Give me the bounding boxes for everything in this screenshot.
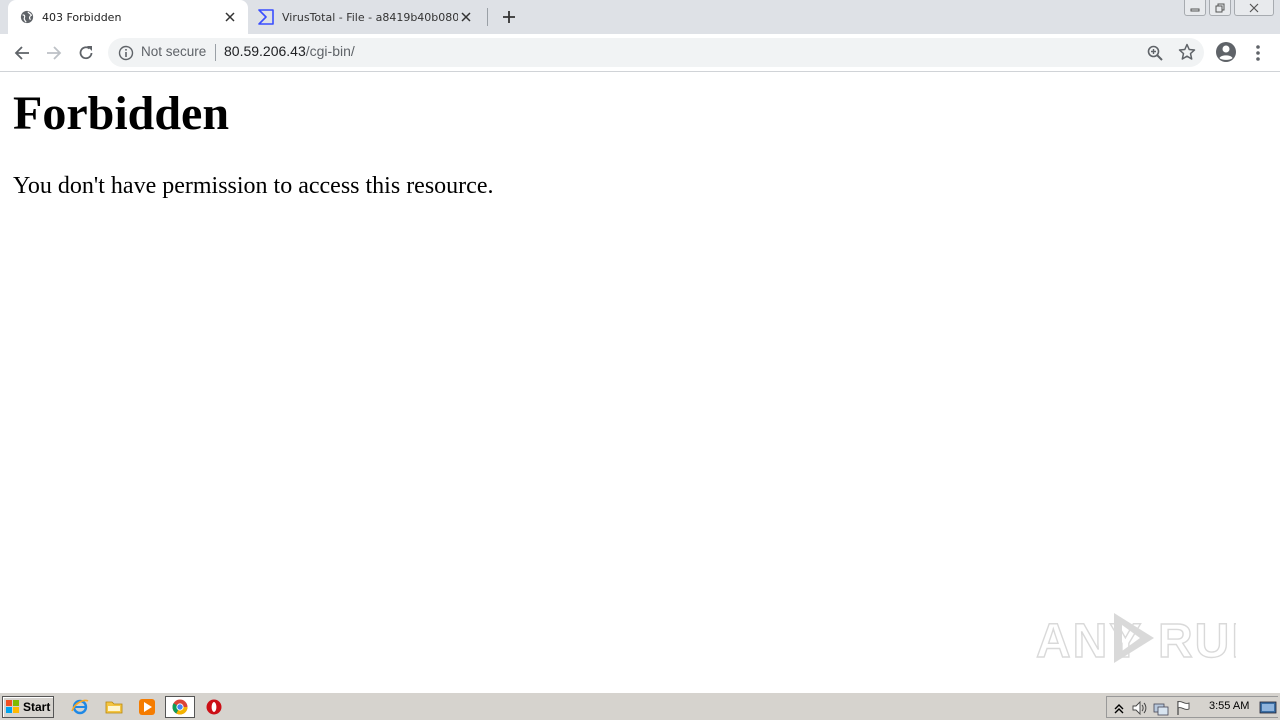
url-text[interactable]: 80.59.206.43/cgi-bin/ <box>224 43 355 59</box>
media-player-icon <box>139 699 155 715</box>
reload-icon <box>79 46 93 60</box>
taskbar-opera[interactable] <box>204 697 224 717</box>
omnibox-divider <box>215 44 216 61</box>
arrow-right-icon <box>47 46 62 60</box>
bookmark-star-icon[interactable] <box>1178 43 1196 61</box>
system-tray: 3:55 AM <box>1106 696 1278 718</box>
volume-icon[interactable] <box>1131 700 1147 716</box>
zoom-icon[interactable] <box>1146 44 1164 62</box>
taskbar: Start 3:55 AM <box>0 692 1280 720</box>
security-label[interactable]: Not secure <box>141 44 206 59</box>
tab-403-forbidden[interactable]: 403 Forbidden <box>8 0 248 34</box>
virustotal-icon <box>258 9 274 25</box>
action-center-flag-icon[interactable] <box>1175 700 1191 716</box>
tab-separator <box>487 8 488 26</box>
globe-icon <box>20 10 34 24</box>
close-tab-icon[interactable] <box>222 9 238 25</box>
taskbar-explorer[interactable] <box>104 697 124 717</box>
network-icon[interactable] <box>1153 700 1169 716</box>
taskbar-clock[interactable]: 3:55 AM <box>1209 700 1249 712</box>
plus-icon <box>503 11 515 23</box>
close-window-button[interactable] <box>1234 0 1274 16</box>
page-heading: Forbidden <box>13 87 230 140</box>
minimize-button[interactable] <box>1184 0 1206 16</box>
info-icon[interactable] <box>118 45 134 61</box>
opera-icon <box>206 699 222 715</box>
kebab-menu-icon[interactable] <box>1250 41 1266 65</box>
windows-logo-icon <box>6 700 19 713</box>
restore-icon <box>1215 3 1225 12</box>
back-button[interactable] <box>10 41 34 65</box>
start-label: Start <box>23 700 51 714</box>
tab-virustotal[interactable]: VirusTotal - File - a8419b40b08010a <box>252 0 484 34</box>
profile-avatar-icon[interactable] <box>1214 40 1238 64</box>
taskbar-media-player[interactable] <box>137 697 157 717</box>
forward-button[interactable] <box>42 41 66 65</box>
tab-strip: 403 Forbidden VirusTotal - File - a8419b… <box>0 0 1280 34</box>
page-content: Forbidden You don't have permission to a… <box>0 72 1280 691</box>
internet-explorer-icon <box>71 699 89 715</box>
minimize-icon <box>1190 8 1200 11</box>
taskbar-ie[interactable] <box>70 697 90 717</box>
browser-toolbar: Not secure 80.59.206.43/cgi-bin/ <box>0 34 1280 72</box>
window-controls <box>1184 0 1274 16</box>
new-tab-button[interactable] <box>498 6 520 28</box>
reload-button[interactable] <box>74 41 98 65</box>
arrow-left-icon <box>14 46 29 60</box>
close-icon <box>1249 3 1259 12</box>
close-tab-icon[interactable] <box>458 9 474 25</box>
address-bar[interactable]: Not secure 80.59.206.43/cgi-bin/ <box>108 38 1204 67</box>
show-desktop-icon[interactable] <box>1259 700 1277 716</box>
page-message: You don't have permission to access this… <box>13 173 494 199</box>
restore-button[interactable] <box>1209 0 1231 16</box>
url-host: 80.59.206.43 <box>224 43 306 59</box>
tab-title: VirusTotal - File - a8419b40b08010a <box>282 10 458 24</box>
show-hidden-icons-icon[interactable] <box>1111 700 1127 716</box>
start-button[interactable]: Start <box>2 696 54 718</box>
taskbar-chrome[interactable] <box>165 696 195 718</box>
folder-icon <box>105 701 123 714</box>
tab-title: 403 Forbidden <box>42 10 122 24</box>
chrome-icon <box>172 699 188 715</box>
anyrun-watermark: ANYRUN <box>1036 613 1236 669</box>
url-path: /cgi-bin/ <box>305 43 355 59</box>
